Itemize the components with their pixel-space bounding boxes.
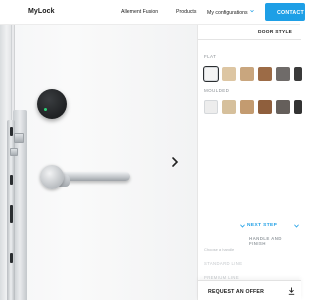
faceplate-slot: [10, 253, 13, 263]
section-header: DOOR STYLE: [198, 25, 301, 40]
chevron-right-icon[interactable]: [170, 155, 180, 169]
nav-products-link[interactable]: Products: [176, 9, 196, 15]
swatch-anthracite[interactable]: [294, 67, 302, 81]
download-icon[interactable]: [288, 287, 295, 295]
faceplate-slot: [10, 205, 13, 223]
flat-label: FLAT: [204, 54, 217, 59]
nav-configurations-menu[interactable]: My configurations: [207, 9, 254, 16]
smart-lock-device: [37, 89, 67, 119]
choose-handle-hint: Choose a handle: [204, 247, 235, 252]
latch-bolt: [14, 133, 24, 143]
chevron-down-icon: [249, 9, 254, 12]
swatch-walnut[interactable]: [258, 67, 272, 81]
nav-configurations-label: My configurations: [207, 9, 248, 16]
smart-lock-led: [44, 108, 47, 111]
chevron-down-icon: [240, 224, 245, 228]
logo[interactable]: MyLock: [28, 8, 55, 15]
swatch-white-moulded[interactable]: [204, 100, 218, 114]
product-name: Allement Fusion: [121, 8, 159, 15]
faceplate-slot: [10, 175, 13, 185]
swatch-dark-grey-moulded[interactable]: [276, 100, 290, 114]
top-bar: MyLock Allement Fusion Products My confi…: [0, 0, 305, 25]
faceplate-slot: [10, 127, 13, 136]
swatch-light-oak-moulded[interactable]: [222, 100, 236, 114]
door-preview: [0, 25, 197, 300]
moulded-label: MOULDED: [204, 88, 230, 93]
section-title: DOOR STYLE: [258, 30, 293, 35]
contact-button[interactable]: CONTACT: [265, 3, 305, 21]
swatch-beige-oak[interactable]: [240, 67, 254, 81]
door-handle-rose: [40, 165, 64, 189]
configuration-panel: DOOR STYLE FLAT MOULDED NEXT STEP HANDLE…: [197, 25, 302, 300]
latch-bolt: [10, 148, 18, 156]
panel-footer: REQUEST AN OFFER: [198, 280, 301, 300]
chevron-down-icon: [294, 224, 299, 228]
swatch-beige-oak-moulded[interactable]: [240, 100, 254, 114]
swatch-walnut-moulded[interactable]: [258, 100, 272, 114]
request-offer-button[interactable]: REQUEST AN OFFER: [208, 289, 264, 295]
swatch-light-oak[interactable]: [222, 67, 236, 81]
swatch-white[interactable]: [204, 67, 218, 81]
swatch-dark-grey[interactable]: [276, 67, 290, 81]
standard-line-option[interactable]: STANDARD LINE: [204, 261, 242, 266]
next-step-button[interactable]: NEXT STEP: [247, 223, 277, 228]
next-section-title: HANDLE AND FINISH: [249, 236, 282, 246]
swatch-anthracite-moulded[interactable]: [294, 100, 302, 114]
